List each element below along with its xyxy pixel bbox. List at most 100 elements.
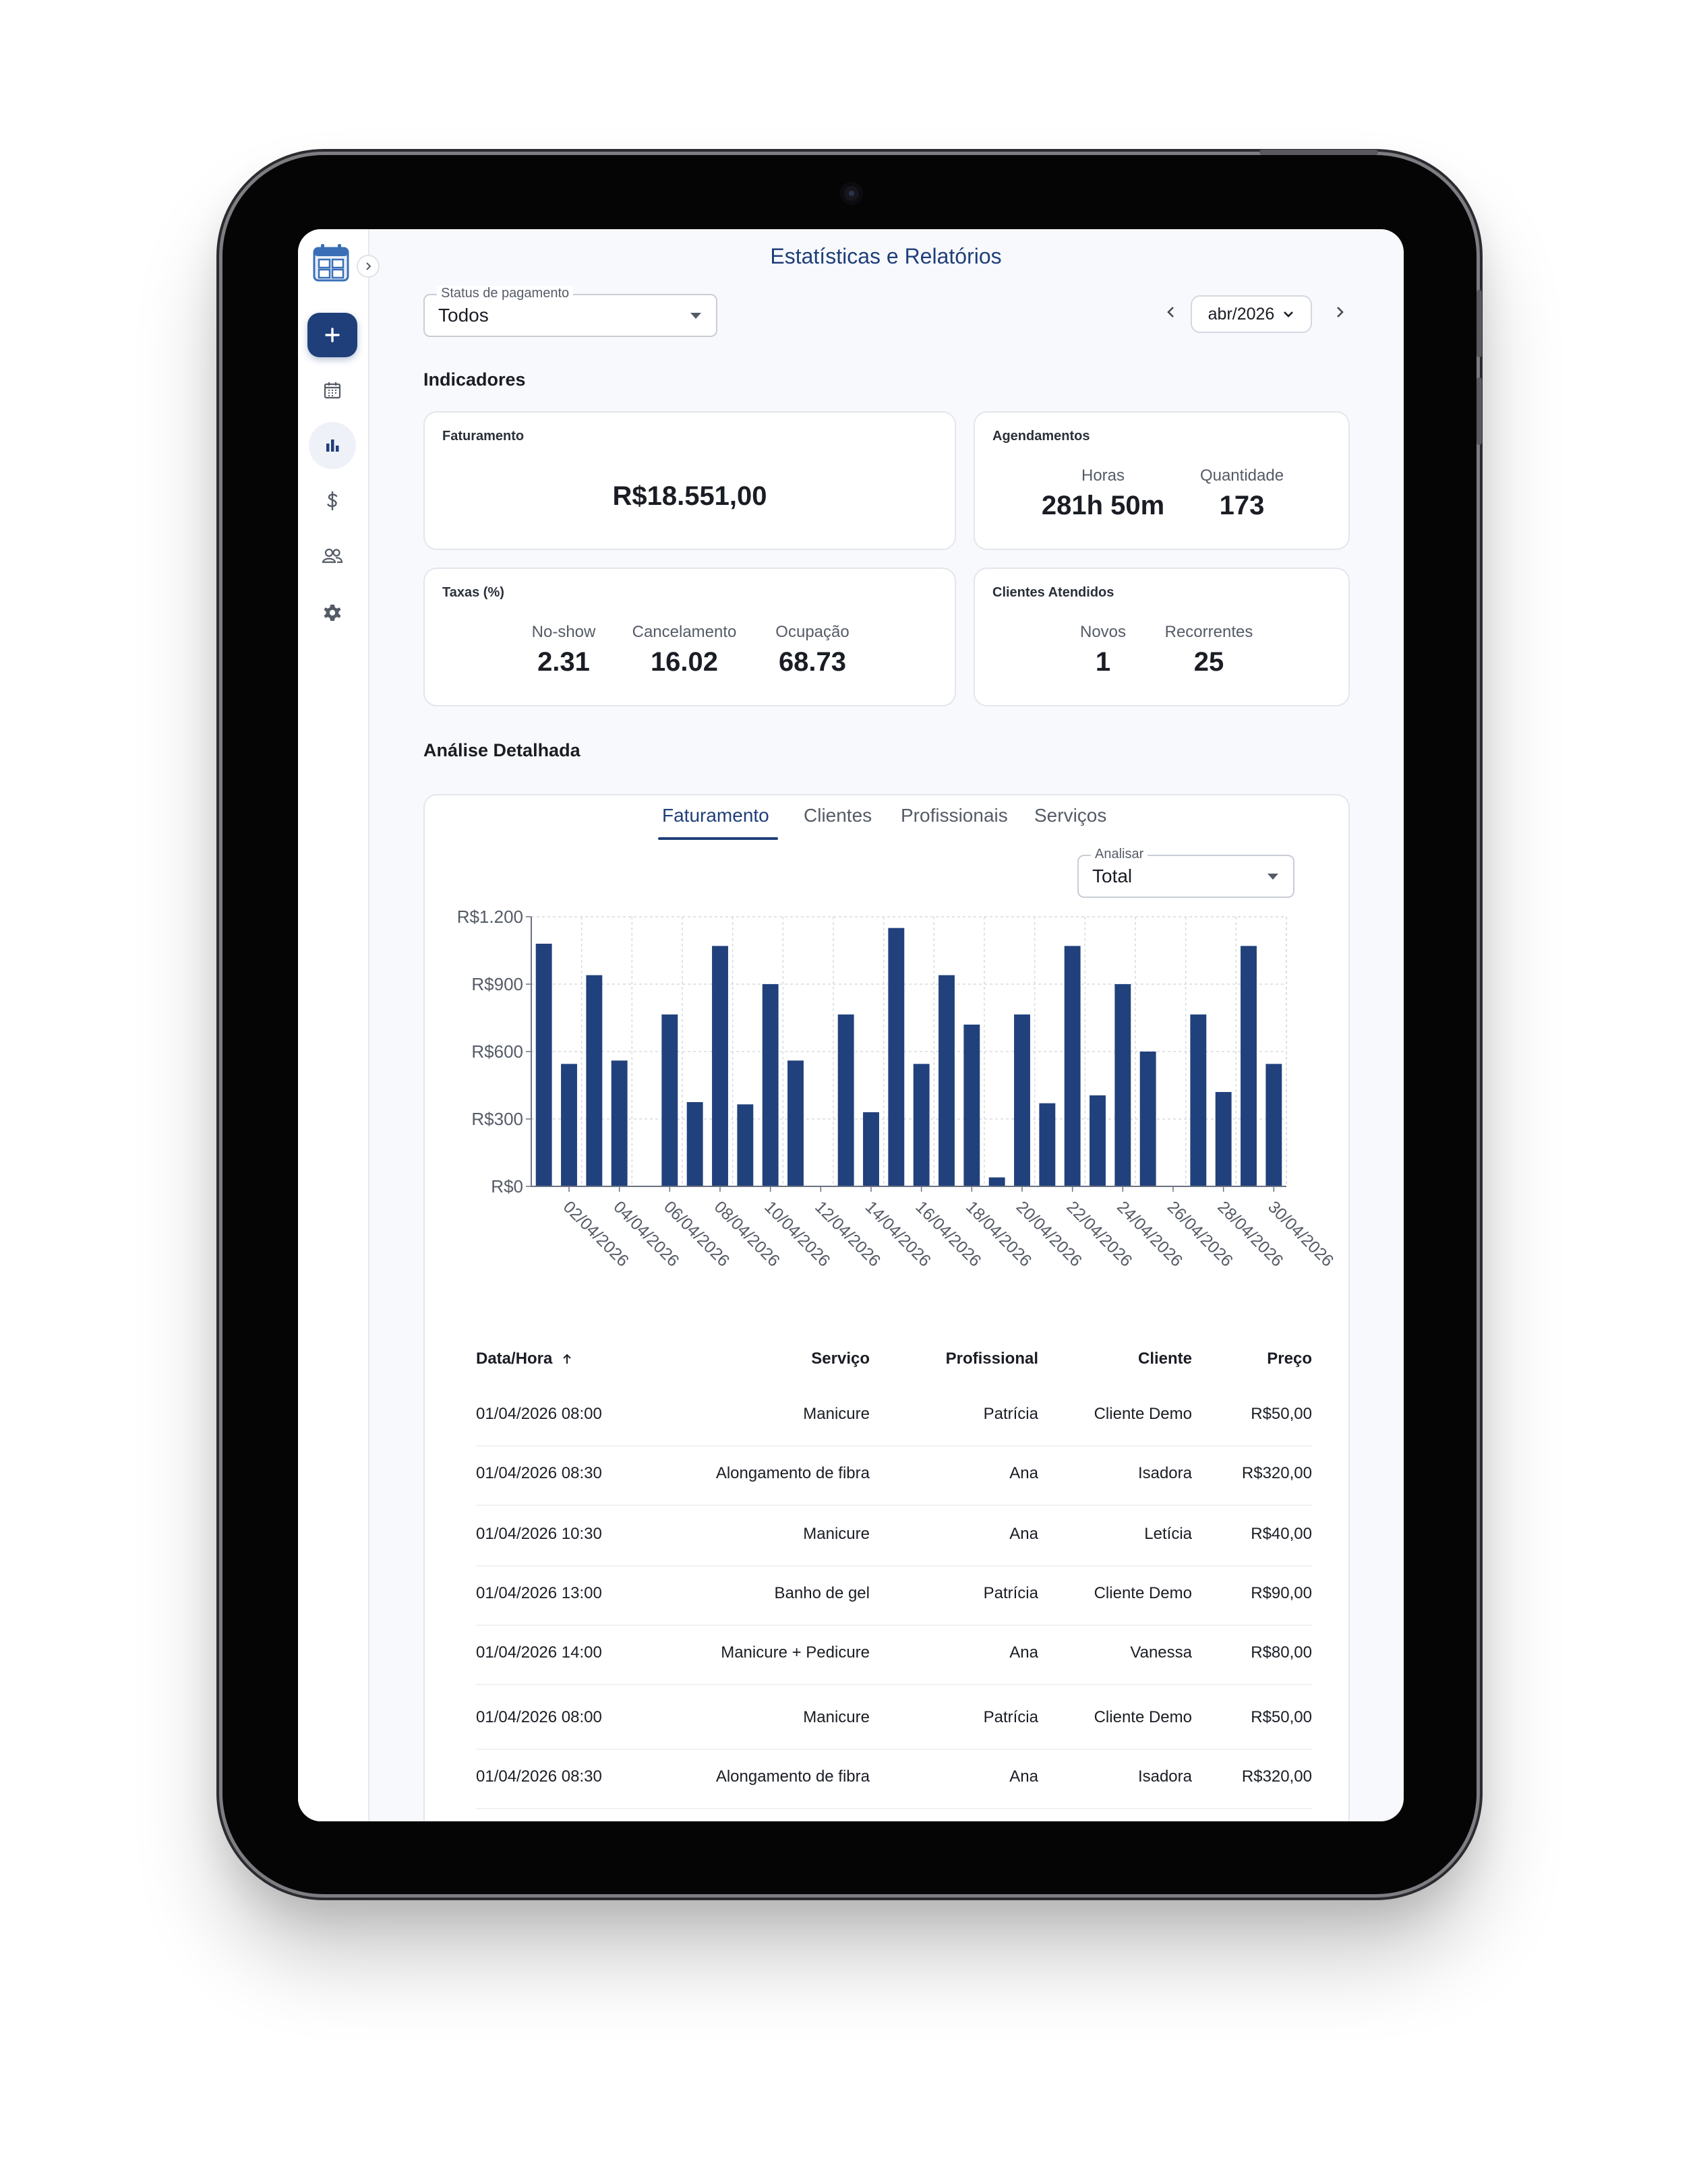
cell-price: R$320,00 xyxy=(1241,1767,1312,1786)
chart-bar xyxy=(837,1014,854,1186)
revenue-bar-chart: R$0R$300R$600R$900R$1.20002/04/202604/04… xyxy=(457,907,1338,1271)
cell-service: Banho de gel xyxy=(774,1584,870,1602)
chart-bar xyxy=(913,1064,930,1186)
chart-bar xyxy=(988,1177,1005,1186)
cell-date: 01/04/2026 10:30 xyxy=(476,1525,602,1543)
sidebar-item-clients[interactable] xyxy=(307,534,357,578)
volume-down-button xyxy=(1477,377,1482,445)
quantity-metric: Quantidade 173 xyxy=(1181,466,1303,521)
tab-professionals[interactable]: Profissionais xyxy=(901,805,1008,826)
column-header-date[interactable]: Data/Hora xyxy=(476,1349,573,1368)
column-header-price[interactable]: Preço xyxy=(1267,1349,1312,1368)
returning-clients-label: Recorrentes xyxy=(1164,623,1253,641)
page-title: Estatísticas e Relatórios xyxy=(770,244,1002,268)
users-icon xyxy=(322,548,343,564)
plus-icon xyxy=(325,328,340,342)
cell-client: Isadora xyxy=(1137,1767,1192,1786)
month-select[interactable]: abr/2026 xyxy=(1191,295,1312,333)
cell-client: Isadora xyxy=(1137,1464,1192,1482)
cell-client: Cliente Demo xyxy=(1094,1708,1192,1726)
payment-status-value: Todos xyxy=(438,305,489,326)
quantity-value: 173 xyxy=(1219,491,1265,520)
table-row[interactable]: 01/04/2026 08:00 Manicure Patrícia Cliente … xyxy=(476,1386,1312,1447)
chart-bar xyxy=(611,1060,628,1186)
y-tick-label: R$0 xyxy=(491,1176,523,1196)
column-header-date-label: Data/Hora xyxy=(476,1349,553,1368)
chart-bar xyxy=(712,946,728,1186)
cell-date: 01/04/2026 14:00 xyxy=(476,1643,602,1662)
tab-services[interactable]: Serviços xyxy=(1034,805,1106,826)
sidebar-item-settings[interactable] xyxy=(307,590,357,635)
volume-up-button xyxy=(1477,290,1482,357)
cell-date: 01/04/2026 08:00 xyxy=(476,1405,602,1423)
app-logo-icon[interactable] xyxy=(313,243,349,282)
y-tick-label: R$900 xyxy=(471,974,523,994)
hours-label: Horas xyxy=(1081,466,1125,485)
sidebar-item-statistics[interactable] xyxy=(309,422,356,469)
table-row[interactable]: 01/04/2026 13:00 Banho de gel Patrícia Clie… xyxy=(476,1565,1312,1626)
chevron-down-icon xyxy=(1284,311,1294,317)
sidebar-item-calendar[interactable] xyxy=(307,368,357,413)
payment-status-label: Status de pagamento xyxy=(437,286,574,301)
revenue-value: R$18.551,00 xyxy=(612,481,767,511)
cell-professional: Ana xyxy=(1009,1767,1038,1786)
cell-date: 01/04/2026 08:00 xyxy=(476,1708,602,1726)
chart-bar xyxy=(888,928,905,1186)
chart-bar xyxy=(586,975,603,1186)
chevron-left-icon xyxy=(1167,307,1174,317)
cell-price: R$80,00 xyxy=(1251,1643,1312,1662)
caret-down-icon xyxy=(1268,874,1278,880)
table-row[interactable]: 01/04/2026 10:30 Manicure Ana Letícia R$40,0… xyxy=(476,1506,1312,1567)
column-header-professional[interactable]: Profissional xyxy=(946,1349,1038,1368)
cell-professional: Ana xyxy=(1009,1643,1038,1662)
occupancy-label: Ocupação xyxy=(775,623,850,641)
column-header-service[interactable]: Serviço xyxy=(811,1349,870,1368)
cell-client: Vanessa xyxy=(1130,1643,1192,1662)
calendar-icon xyxy=(324,382,341,399)
noshow-label: No-show xyxy=(531,623,596,641)
table-row[interactable]: 01/04/2026 08:00 Manicure Patrícia Cliente … xyxy=(476,1689,1312,1750)
cell-client: Letícia xyxy=(1144,1525,1192,1543)
table-row[interactable]: 01/04/2026 08:30 Alongamento de fibra Ana I… xyxy=(476,1749,1312,1809)
payment-status-select[interactable]: Status de pagamento Todos xyxy=(423,286,717,337)
chart-bar xyxy=(1064,946,1081,1186)
chart-bar xyxy=(1241,946,1257,1186)
tab-clients[interactable]: Clientes xyxy=(804,805,872,826)
rates-card-title: Taxas (%) xyxy=(442,585,504,600)
chart-bar xyxy=(863,1112,879,1186)
sidebar-item-add[interactable] xyxy=(307,313,357,357)
chart-bar xyxy=(963,1025,980,1186)
clients-served-card-title: Clientes Atendidos xyxy=(992,585,1114,600)
noshow-metric: No-show 2.31 xyxy=(510,623,618,677)
chart-bar xyxy=(686,1102,703,1186)
cell-professional: Patrícia xyxy=(983,1708,1038,1726)
returning-clients-metric: Recorrentes 25 xyxy=(1152,623,1266,677)
cell-professional: Patrícia xyxy=(983,1584,1038,1602)
next-month-button[interactable] xyxy=(1330,302,1350,322)
cell-service: Manicure xyxy=(803,1708,870,1726)
cell-service: Manicure + Pedicure xyxy=(721,1643,870,1662)
table-row[interactable]: 01/04/2026 14:00 Manicure + Pedicure Ana Va… xyxy=(476,1625,1312,1685)
tab-revenue[interactable]: Faturamento xyxy=(662,805,769,826)
chart-bar xyxy=(1265,1064,1282,1186)
cell-price: R$90,00 xyxy=(1251,1584,1312,1602)
previous-month-button[interactable] xyxy=(1161,302,1181,322)
column-header-client[interactable]: Cliente xyxy=(1138,1349,1192,1368)
cell-professional: Ana xyxy=(1009,1525,1038,1543)
table-row[interactable]: 01/04/2026 08:30 Alongamento de fibra Ana I… xyxy=(476,1445,1312,1506)
cell-service: Manicure xyxy=(803,1405,870,1423)
cell-service: Alongamento de fibra xyxy=(715,1464,870,1482)
app-screen: Estatísticas e Relatórios Status de paga… xyxy=(298,229,1404,1821)
cell-service: Alongamento de fibra xyxy=(715,1767,870,1786)
occupancy-metric: Ocupação 68.73 xyxy=(755,623,870,677)
sidebar-item-finance[interactable] xyxy=(307,479,357,523)
detail-section-title: Análise Detalhada xyxy=(423,740,580,760)
revenue-card-title: Faturamento xyxy=(442,429,525,444)
chart-bar xyxy=(787,1060,804,1186)
caret-down-icon xyxy=(690,313,701,319)
chart-bar xyxy=(737,1104,754,1186)
sidebar-expand-button[interactable] xyxy=(357,255,380,278)
analyze-select[interactable]: Analisar Total xyxy=(1077,847,1294,898)
chart-bar xyxy=(535,944,552,1186)
appointments-card-title: Agendamentos xyxy=(992,429,1090,444)
